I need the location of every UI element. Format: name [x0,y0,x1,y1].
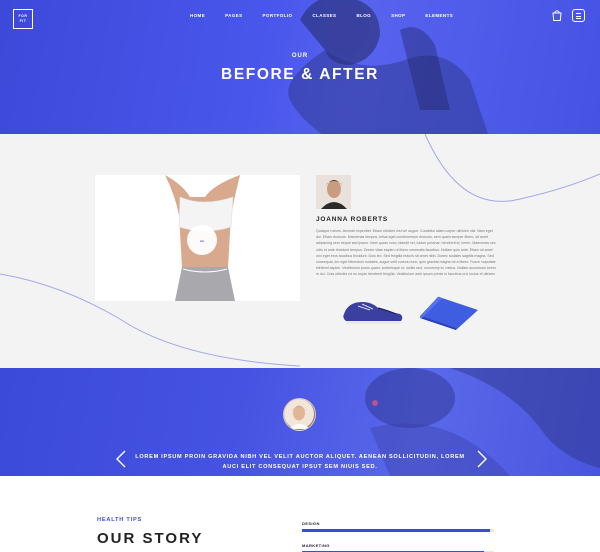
before-after-image: ◂ ▸ [95,175,300,301]
yoga-mat-image [420,296,478,330]
progress-label-marketing: MARKETING [302,543,330,548]
testimonial-section: LOREM IPSUM PROIN GRAVIDA NIBH VEL VELIT… [0,368,600,476]
brand-logo[interactable]: FOR FIT [13,9,33,29]
logo-line-2: FIT [19,19,27,23]
section-title: OUR STORY [97,530,204,547]
before-after-section: ◂ ▸ JOANNA ROBERTS Quisque rutrum. Aenea… [0,134,600,368]
testimonial-avatar [283,398,316,431]
nav-blog[interactable]: BLOG [356,13,371,18]
profile-bio: Quisque rutrum. Aenean imperdiet. Etiam … [316,229,496,276]
progress-label-design: DESIGN [302,521,320,526]
chevron-right-icon[interactable] [476,450,488,468]
profile-name: JOANNA ROBERTS [316,216,388,223]
nav-pages[interactable]: PAGES [225,13,242,18]
nav-elements[interactable]: ELEMENTS [425,13,453,18]
progress-bar-design [302,529,494,532]
nav-classes[interactable]: CLASSES [312,13,336,18]
avatar [316,175,351,209]
hero-subtitle: OUR [291,53,309,59]
nav-shop[interactable]: SHOP [391,13,405,18]
sneaker-image [343,302,403,324]
main-nav: HOME PAGES PORTFOLIO CLASSES BLOG SHOP E… [190,13,473,18]
chevron-left-icon[interactable] [115,450,127,468]
testimonial-quote: LOREM IPSUM PROIN GRAVIDA NIBH VEL VELIT… [135,454,465,470]
health-tips-section: HEALTH TIPS OUR STORY DESIGN MARKETING [0,476,600,552]
page-title: BEFORE & AFTER [221,66,379,83]
svg-text:◂ ▸: ◂ ▸ [200,239,205,243]
shopping-bag-icon[interactable] [552,10,562,21]
menu-icon[interactable] [572,9,585,22]
logo-line-1: FOR [18,13,28,18]
progress-fill-design [302,529,491,532]
hero-section: FOR FIT HOME PAGES PORTFOLIO CLASSES BLO… [0,0,600,134]
nav-portfolio[interactable]: PORTFOLIO [263,13,293,18]
decorative-curve [0,134,600,367]
nav-home[interactable]: HOME [190,13,205,18]
section-label: HEALTH TIPS [97,517,143,523]
